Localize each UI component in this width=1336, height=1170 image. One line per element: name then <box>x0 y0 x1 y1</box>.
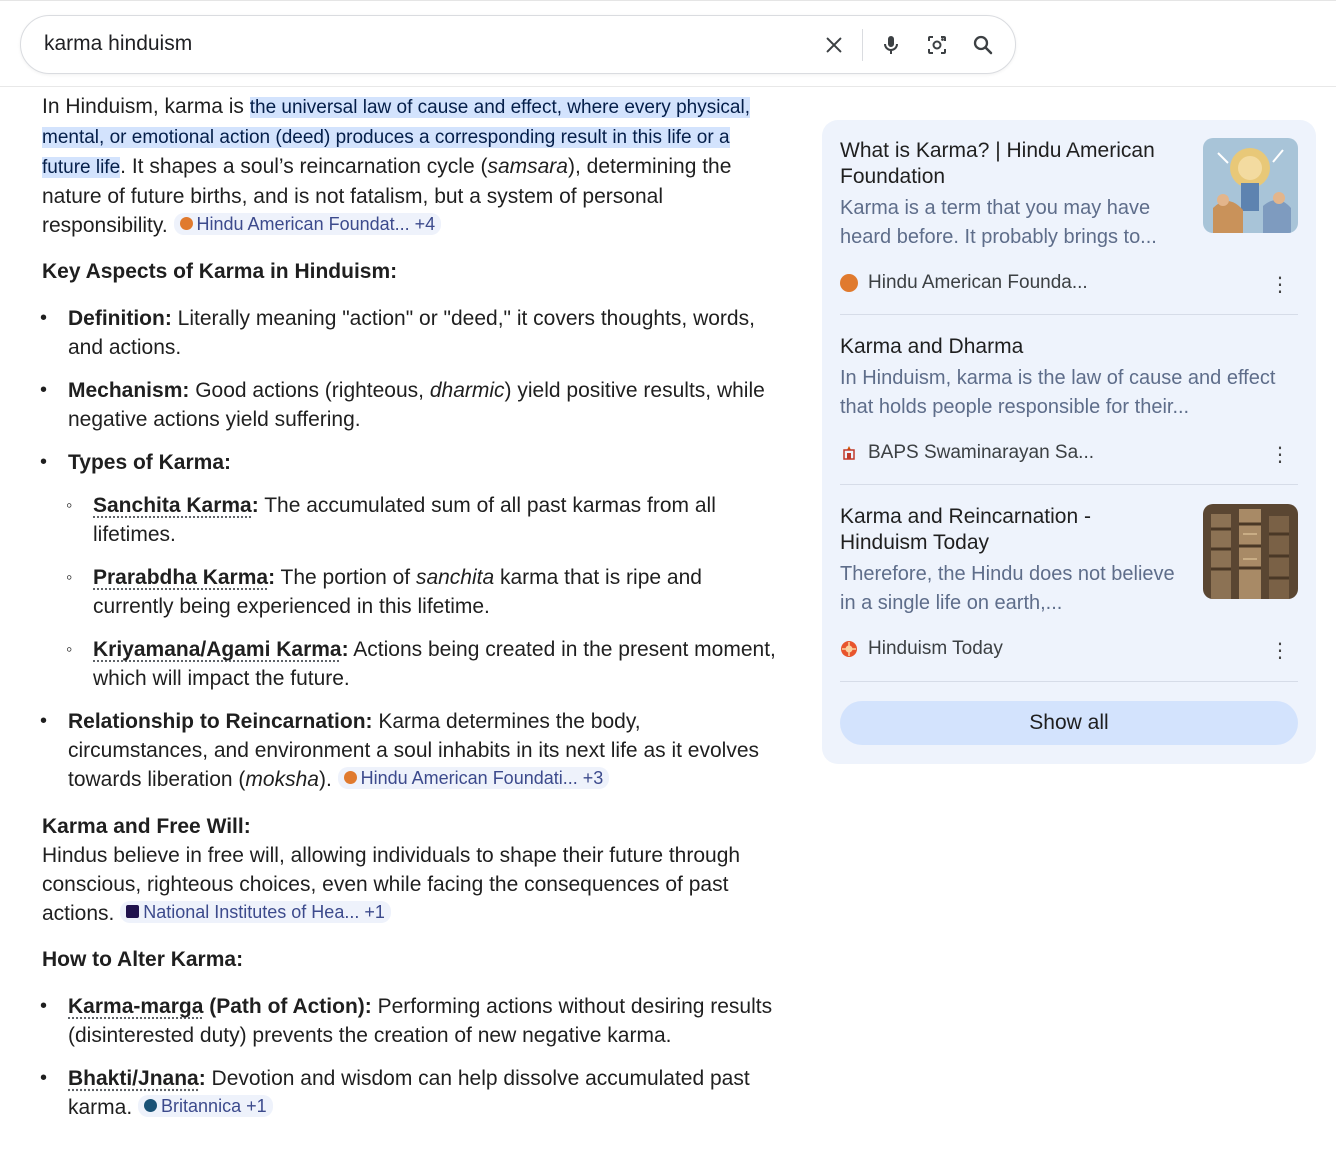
mechanism-text: Good actions (righteous, <box>189 379 430 402</box>
search-divider <box>862 29 863 61</box>
source-card[interactable]: Karma and Reincarnation - Hinduism Today… <box>840 504 1298 664</box>
list-item: Relationship to Reincarnation: Karma det… <box>40 707 782 794</box>
definition-text: Literally meaning "action" or "deed," it… <box>68 307 755 359</box>
source-site-name: BAPS Swaminarayan Sa... <box>868 442 1094 463</box>
lens-icon[interactable] <box>923 31 951 59</box>
source-site[interactable]: Hinduism Today <box>840 638 1003 660</box>
list-item: Karma-marga (Path of Action): Performing… <box>40 992 782 1050</box>
source-site[interactable]: Hindu American Founda... <box>840 272 1088 294</box>
baps-favicon-icon <box>840 444 858 462</box>
sanchita-term-link[interactable]: Sanchita Karma <box>93 494 252 517</box>
citation-chip[interactable]: Hindu American Foundat... +4 <box>173 212 442 235</box>
more-options-icon[interactable]: ⋮ <box>1270 638 1290 663</box>
source-divider <box>840 484 1298 485</box>
colon: : <box>341 638 349 661</box>
free-will-heading: Karma and Free Will: <box>42 815 251 838</box>
types-label: Types of Karma: <box>68 451 231 474</box>
clear-icon[interactable] <box>820 31 848 59</box>
list-item: Definition: Literally meaning "action" o… <box>40 304 782 362</box>
alter-karma-heading: How to Alter Karma: <box>42 948 244 971</box>
show-all-button[interactable]: Show all <box>840 701 1298 745</box>
karma-marga-label: (Path of Action): <box>203 995 372 1018</box>
intro-italic: samsara <box>487 155 568 178</box>
citation-chip-label: National Institutes of Hea... +1 <box>143 901 385 922</box>
citation-chip-label: Hindu American Foundati... +3 <box>360 767 604 788</box>
intro-text-2: . It shapes a soul’s reincarnation cycle… <box>120 155 488 178</box>
source-card-title[interactable]: Karma and Reincarnation - Hinduism Today <box>840 504 1180 556</box>
source-site-name: Hindu American Founda... <box>868 272 1088 293</box>
types-sublist: Sanchita Karma: The accumulated sum of a… <box>66 491 782 693</box>
nih-favicon-icon <box>126 905 140 918</box>
more-options-icon[interactable]: ⋮ <box>1270 272 1290 297</box>
source-card-text: What is Karma? | Hindu American Foundati… <box>840 138 1180 252</box>
source-thumbnail-image[interactable] <box>1203 138 1298 233</box>
source-site[interactable]: BAPS Swaminarayan Sa... <box>840 442 1094 464</box>
colon: : <box>198 1067 206 1090</box>
hindu-american-favicon-icon <box>840 274 858 292</box>
source-card-snippet: In Hinduism, karma is the law of cause a… <box>840 367 1276 418</box>
source-divider <box>840 314 1298 315</box>
relationship-label: Relationship to Reincarnation: <box>68 710 373 733</box>
citation-chip[interactable]: National Institutes of Hea... +1 <box>120 900 391 923</box>
ai-overview: In Hinduism, karma is the universal law … <box>40 92 782 1122</box>
source-card-text: Karma and Reincarnation - Hinduism Today… <box>840 504 1180 618</box>
microphone-icon[interactable] <box>877 31 905 59</box>
source-card-text: Karma and Dharma In Hinduism, karma is t… <box>840 334 1298 422</box>
mechanism-italic: dharmic <box>429 379 505 402</box>
bhakti-jnana-term-link[interactable]: Bhakti/Jnana <box>68 1067 199 1090</box>
top-border <box>0 0 1336 5</box>
hinduism-today-favicon-icon <box>840 640 858 658</box>
prarabdha-term-link[interactable]: Prarabdha Karma <box>93 566 268 589</box>
source-card-title[interactable]: What is Karma? | Hindu American Foundati… <box>840 138 1180 190</box>
list-item: Types of Karma: Sanchita Karma: The accu… <box>40 448 782 693</box>
more-options-icon[interactable]: ⋮ <box>1270 442 1290 467</box>
sources-panel: What is Karma? | Hindu American Foundati… <box>822 120 1316 764</box>
prarabdha-italic: sanchita <box>415 566 495 589</box>
list-item: Mechanism: Good actions (righteous, dhar… <box>40 376 782 434</box>
source-card[interactable]: What is Karma? | Hindu American Foundati… <box>840 138 1298 303</box>
prarabdha-text: The portion of <box>275 566 416 589</box>
definition-label: Definition: <box>68 307 172 330</box>
source-site-name: Hinduism Today <box>868 638 1003 659</box>
source-card-snippet: Karma is a term that you may have heard … <box>840 197 1157 248</box>
search-bar[interactable]: karma hinduism <box>20 15 1016 74</box>
sublist-item: Sanchita Karma: The accumulated sum of a… <box>66 491 782 549</box>
header-divider <box>0 86 1336 87</box>
citation-chip-label: Hindu American Foundat... +4 <box>196 213 436 234</box>
mechanism-label: Mechanism: <box>68 379 190 402</box>
source-card-title[interactable]: Karma and Dharma <box>840 334 1298 360</box>
citation-chip[interactable]: Hindu American Foundati... +3 <box>337 766 610 789</box>
intro-paragraph: In Hinduism, karma is the universal law … <box>42 92 782 240</box>
sublist-item: Kriyamana/Agami Karma: Actions being cre… <box>66 635 782 693</box>
citation-chip-label: Britannica +1 <box>161 1095 267 1116</box>
intro-text: In Hinduism, karma is <box>42 95 250 118</box>
source-card-snippet: Therefore, the Hindu does not believe in… <box>840 563 1175 614</box>
kriyamana-term-link[interactable]: Kriyamana/Agami Karma <box>93 638 342 661</box>
sublist-item: Prarabdha Karma: The portion of sanchita… <box>66 563 782 621</box>
key-aspects-list: Definition: Literally meaning "action" o… <box>40 304 782 794</box>
source-card[interactable]: Karma and Dharma In Hinduism, karma is t… <box>840 334 1298 469</box>
search-input[interactable]: karma hinduism <box>44 32 192 56</box>
citation-chip[interactable]: Britannica +1 <box>138 1094 273 1117</box>
source-divider <box>840 681 1298 682</box>
free-will-paragraph: Hindus believe in free will, allowing in… <box>42 841 782 928</box>
list-item: Bhakti/Jnana: Devotion and wisdom can he… <box>40 1064 782 1122</box>
hindu-american-favicon-icon <box>343 771 357 784</box>
karma-marga-term-link[interactable]: Karma-marga <box>68 995 203 1018</box>
search-icon[interactable] <box>969 31 997 59</box>
relationship-text-2: ). <box>318 768 332 791</box>
hindu-american-favicon-icon <box>179 217 193 230</box>
source-thumbnail-image[interactable] <box>1203 504 1298 599</box>
britannica-favicon-icon <box>144 1099 158 1112</box>
relationship-italic: moksha <box>245 768 319 791</box>
alter-karma-list: Karma-marga (Path of Action): Performing… <box>40 992 782 1122</box>
key-aspects-heading: Key Aspects of Karma in Hinduism: <box>42 260 398 283</box>
colon: : <box>251 494 259 517</box>
